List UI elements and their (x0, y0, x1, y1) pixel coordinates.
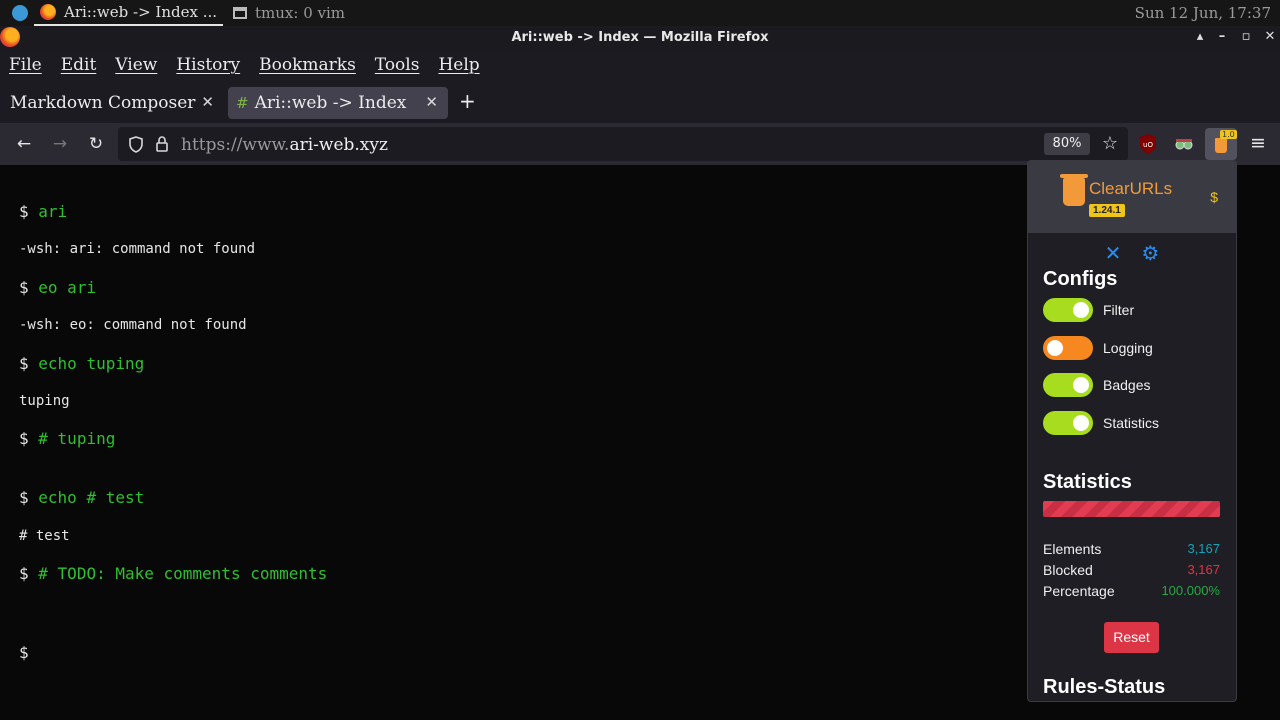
tracking-shield-icon[interactable] (128, 136, 144, 153)
launcher-icon[interactable] (12, 5, 28, 21)
app-menu-button[interactable]: ≡ (1247, 133, 1269, 155)
menu-bookmarks[interactable]: Bookmarks (259, 55, 356, 75)
menu-edit[interactable]: Edit (61, 55, 97, 75)
stat-label: Blocked (1043, 562, 1093, 578)
toggle-label: Logging (1103, 340, 1153, 356)
terminal-line: $ # tuping (19, 429, 116, 448)
tab-label: Ari::web -> Index (254, 93, 407, 113)
settings-gear-icon[interactable]: ⚙ (1141, 243, 1159, 265)
logging-toggle[interactable] (1043, 336, 1093, 360)
stat-row-blocked: Blocked 3,167 (1043, 562, 1220, 578)
terminal-line: $ ari (19, 202, 68, 221)
toggle-row-statistics: Statistics (1043, 411, 1159, 435)
window-title: Ari::web -> Index — Mozilla Firefox (511, 30, 769, 45)
close-tab-icon[interactable]: ✕ (201, 93, 214, 111)
taskbar-item-tmux[interactable]: tmux: 0 vim (227, 0, 351, 26)
filter-toggle[interactable] (1043, 298, 1093, 322)
back-button[interactable]: ← (14, 134, 34, 154)
bookmark-star-icon[interactable]: ☆ (1099, 133, 1121, 155)
configs-heading: Configs (1043, 268, 1118, 290)
minimize-window-icon[interactable]: – (1213, 29, 1231, 44)
toggle-row-badges: Badges (1043, 373, 1150, 397)
tools-icon[interactable]: ✕ (1105, 243, 1122, 265)
terminal-output: # test (19, 528, 70, 544)
stat-row-percentage: Percentage 100.000% (1043, 583, 1220, 599)
stat-label: Elements (1043, 541, 1102, 557)
url-bar[interactable]: https://www.ari-web.xyz (118, 127, 1128, 161)
statistics-heading: Statistics (1043, 471, 1132, 493)
maximize-window-icon[interactable]: ▫ (1237, 29, 1255, 44)
terminal-window-icon (233, 7, 247, 19)
firefox-icon (40, 4, 56, 20)
stat-label: Percentage (1043, 583, 1115, 599)
terminal-output: -wsh: eo: command not found (19, 317, 247, 333)
popup-toolbar: ✕ ⚙ (1028, 241, 1236, 266)
shade-window-icon[interactable]: ▴ (1191, 29, 1209, 44)
clearurls-logo-icon (1060, 174, 1088, 206)
terminal-line: $ echo # test (19, 488, 145, 507)
menu-file[interactable]: File (9, 55, 42, 75)
tab-label: Markdown Composer (10, 93, 196, 113)
clearurls-extension-button[interactable]: 1.0 (1205, 128, 1237, 160)
menu-history[interactable]: History (176, 55, 240, 75)
rules-status-heading: Rules-Status (1043, 676, 1166, 698)
stat-row-elements: Elements 3,167 (1043, 541, 1220, 557)
toggle-label: Statistics (1103, 415, 1160, 431)
reset-button[interactable]: Reset (1104, 622, 1159, 653)
terminal-line: $ eo ari (19, 278, 97, 297)
new-tab-button[interactable]: + (459, 89, 476, 113)
lock-icon[interactable] (155, 135, 169, 153)
forward-button[interactable]: → (50, 134, 70, 154)
taskbar-item-firefox[interactable]: Ari::web -> Index ... (34, 0, 223, 26)
tab-bar: Markdown Composer ✕ # Ari::web -> Index … (0, 80, 1280, 123)
taskbar-item-label: Ari::web -> Index ... (64, 3, 217, 21)
taskbar-item-label: tmux: 0 vim (255, 4, 345, 22)
stat-value: 3,167 (1187, 541, 1220, 556)
privacy-glasses-icon[interactable] (1173, 133, 1195, 155)
stat-value: 3,167 (1187, 562, 1220, 577)
version-badge: 1.24.1 (1089, 204, 1125, 217)
terminal-input-line[interactable]: $ (19, 643, 38, 662)
donate-icon[interactable]: $ (1210, 189, 1218, 205)
toggle-label: Filter (1103, 302, 1135, 318)
blocked-progress-bar (1043, 501, 1220, 517)
stat-value: 100.000% (1161, 583, 1220, 598)
window-titlebar: Ari::web -> Index — Mozilla Firefox ▴ – … (0, 26, 1280, 50)
clock: Sun 12 Jun, 17:37 (1134, 4, 1271, 22)
toggle-row-filter: Filter (1043, 298, 1134, 322)
menu-bar: File Edit View History Bookmarks Tools H… (0, 50, 1280, 80)
toggle-label: Badges (1103, 377, 1151, 393)
brand-name: ClearURLs (1089, 179, 1173, 198)
site-favicon-icon: # (236, 94, 249, 112)
clearurls-popup: ClearURLs 1.24.1 $ ✕ ⚙ Configs Filter Log… (1027, 160, 1237, 702)
reload-button[interactable]: ↻ (86, 134, 106, 154)
terminal-line: $ # TODO: Make comments comments (19, 564, 328, 583)
svg-text:uO: uO (1143, 141, 1153, 149)
terminal-line: $ echo tuping (19, 354, 145, 373)
terminal-output: -wsh: ari: command not found (19, 241, 256, 257)
url-text[interactable]: https://www.ari-web.xyz (181, 135, 388, 155)
clearurls-icon (1215, 138, 1227, 153)
zoom-level-button[interactable]: 80% (1044, 133, 1090, 155)
close-tab-icon[interactable]: ✕ (425, 93, 438, 111)
tab-markdown-composer[interactable]: Markdown Composer ✕ (0, 87, 224, 119)
menu-view[interactable]: View (115, 55, 157, 75)
menu-help[interactable]: Help (438, 55, 479, 75)
url-domain: ari-web.xyz (289, 135, 388, 155)
url-prefix: https://www. (181, 135, 290, 155)
extension-badge: 1.0 (1220, 130, 1237, 139)
terminal-output: tuping (19, 393, 70, 409)
popup-header: ClearURLs 1.24.1 $ (1028, 161, 1236, 233)
system-panel: Ari::web -> Index ... tmux: 0 vim Sun 12… (0, 0, 1280, 26)
ublock-origin-icon[interactable]: uO (1138, 133, 1160, 155)
menu-tools[interactable]: Tools (375, 55, 420, 75)
statistics-toggle[interactable] (1043, 411, 1093, 435)
badges-toggle[interactable] (1043, 373, 1093, 397)
tab-ari-web-index[interactable]: # Ari::web -> Index ✕ (228, 87, 448, 119)
toggle-row-logging: Logging (1043, 336, 1153, 360)
close-window-icon[interactable]: ✕ (1261, 29, 1279, 44)
